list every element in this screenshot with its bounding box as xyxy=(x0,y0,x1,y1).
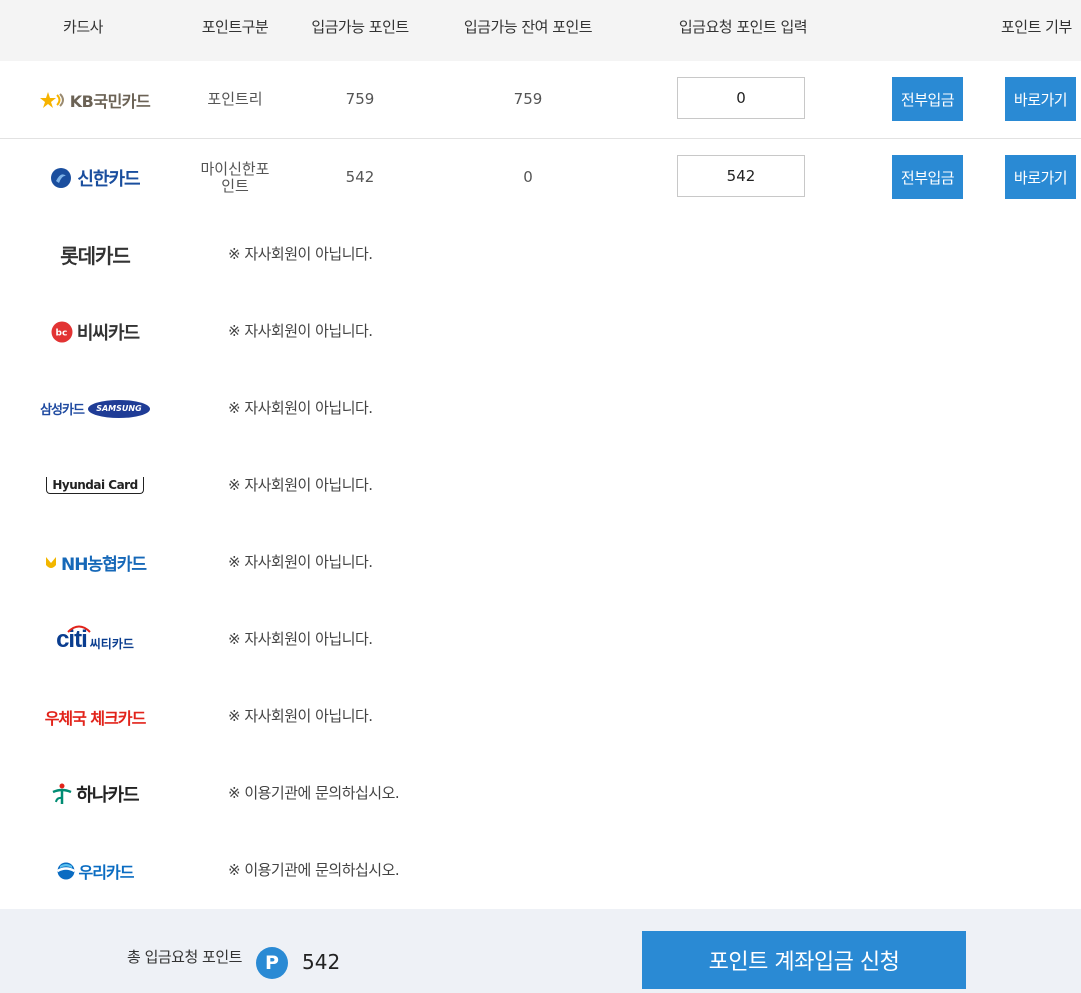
table-row-kb: KB국민카드 포인트리 759 759 전부입금 바로가기 xyxy=(0,61,1081,139)
remaining-points: 759 xyxy=(513,90,543,108)
hana-card-logo: 하나카드 xyxy=(20,755,170,832)
not-member-message: ※ 자사회원이 아닙니다. xyxy=(228,476,373,494)
hyundai-card-logo: Hyundai Card xyxy=(20,447,170,524)
shinhan-logo-icon xyxy=(51,167,72,188)
go-button-shinhan[interactable]: 바로가기 xyxy=(1005,155,1076,199)
not-member-message: ※ 자사회원이 아닙니다. xyxy=(228,707,373,725)
samsung-ellipse-logo: SAMSUNG xyxy=(87,399,150,418)
point-p-icon: P xyxy=(256,947,288,979)
table-row-post-office: 우체국 체크카드 ※ 자사회원이 아닙니다. xyxy=(0,678,1081,756)
nh-card-logo: NH농협카드 xyxy=(20,524,170,601)
total-request-value: 542 xyxy=(302,950,341,974)
nh-logo-icon xyxy=(45,556,56,568)
not-member-message: ※ 자사회원이 아닙니다. xyxy=(228,322,373,340)
citi-card-logo: citi 씨티카드 xyxy=(20,601,170,678)
woori-logo-icon xyxy=(56,862,75,879)
woori-card-logo: 우리카드 xyxy=(20,832,170,909)
kb-star-icon xyxy=(39,91,64,108)
contact-institution-message: ※ 이용기관에 문의하십시오. xyxy=(228,784,400,802)
hana-logo-icon xyxy=(52,783,72,804)
not-member-message: ※ 자사회원이 아닙니다. xyxy=(228,399,373,417)
table-header: 카드사 포인트구분 입금가능 포인트 입금가능 잔여 포인트 입금요청 포인트 … xyxy=(0,0,1081,61)
table-row-woori: 우리카드 ※ 이용기관에 문의하십시오. xyxy=(0,832,1081,910)
citi-wordmark: citi xyxy=(56,625,91,654)
deposit-all-button-kb[interactable]: 전부입금 xyxy=(892,77,963,121)
not-member-message: ※ 자사회원이 아닙니다. xyxy=(228,245,373,263)
table-row-hana: 하나카드 ※ 이용기관에 문의하십시오. xyxy=(0,755,1081,833)
citi-arc-icon xyxy=(67,625,91,633)
table-row-nh: NH농협카드 ※ 자사회원이 아닙니다. xyxy=(0,524,1081,602)
available-points: 759 xyxy=(345,90,375,108)
table-row-shinhan: 신한카드 마이신한포인트 542 0 전부입금 바로가기 xyxy=(0,139,1081,217)
bc-card-logo: bc 비씨카드 xyxy=(20,293,170,370)
table-row-bc: bc 비씨카드 ※ 자사회원이 아닙니다. xyxy=(0,293,1081,371)
go-button-kb[interactable]: 바로가기 xyxy=(1005,77,1076,121)
request-points-input-shinhan[interactable] xyxy=(677,155,805,197)
bc-logo-icon: bc xyxy=(51,321,73,342)
header-remaining-points: 입금가능 잔여 포인트 xyxy=(463,18,593,36)
total-request-label: 총 입금요청 포인트 xyxy=(127,948,242,966)
request-points-input-kb[interactable] xyxy=(677,77,805,119)
point-type: 마이신한포인트 xyxy=(200,159,270,195)
svg-text:bc: bc xyxy=(55,328,67,338)
table-row-samsung: 삼성카드 SAMSUNG ※ 자사회원이 아닙니다. xyxy=(0,370,1081,448)
samsung-card-logo: 삼성카드 SAMSUNG xyxy=(20,370,170,447)
post-office-card-logo: 우체국 체크카드 xyxy=(44,708,147,728)
not-member-message: ※ 자사회원이 아닙니다. xyxy=(228,630,373,648)
header-request-points: 입금요청 포인트 입력 xyxy=(678,18,808,36)
remaining-points: 0 xyxy=(523,168,533,186)
table-row-citi: citi 씨티카드 ※ 자사회원이 아닙니다. xyxy=(0,601,1081,679)
deposit-all-button-shinhan[interactable]: 전부입금 xyxy=(892,155,963,199)
header-point-donate: 포인트 기부 xyxy=(1001,18,1072,36)
shinhan-card-logo: 신한카드 xyxy=(20,139,170,216)
contact-institution-message: ※ 이용기관에 문의하십시오. xyxy=(228,861,400,879)
header-card-company: 카드사 xyxy=(63,18,103,36)
available-points: 542 xyxy=(345,168,375,186)
header-point-type: 포인트구분 xyxy=(201,18,269,36)
header-available-points: 입금가능 포인트 xyxy=(311,18,409,36)
table-row-lotte: 롯데카드 ※ 자사회원이 아닙니다. xyxy=(0,216,1081,294)
point-type: 포인트리 xyxy=(207,90,263,108)
kb-card-logo: KB국민카드 xyxy=(20,61,170,138)
lotte-card-logo: 롯데카드 xyxy=(60,244,131,268)
submit-deposit-button[interactable]: 포인트 계좌입금 신청 xyxy=(642,931,966,989)
not-member-message: ※ 자사회원이 아닙니다. xyxy=(228,553,373,571)
table-row-hyundai: Hyundai Card ※ 자사회원이 아닙니다. xyxy=(0,447,1081,525)
